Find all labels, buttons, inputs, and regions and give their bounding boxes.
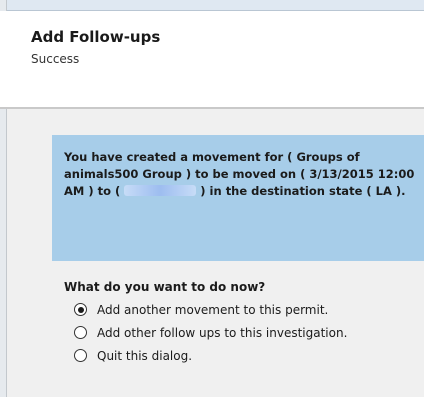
success-message: You have created a movement for ( Groups… <box>64 149 418 200</box>
page-subtitle: Success <box>31 52 80 66</box>
radio-add-movement[interactable] <box>74 303 87 316</box>
window-top-strip <box>0 0 424 11</box>
option-add-movement[interactable]: Add another movement to this permit. <box>74 298 347 321</box>
radio-add-follow-ups[interactable] <box>74 326 87 339</box>
option-add-movement-label: Add another movement to this permit. <box>97 302 329 317</box>
option-quit-dialog[interactable]: Quit this dialog. <box>74 344 347 367</box>
redacted-destination <box>124 185 197 196</box>
next-action-question: What do you want to do now? <box>64 280 266 294</box>
radio-quit-dialog[interactable] <box>74 349 87 362</box>
option-add-follow-ups[interactable]: Add other follow ups to this investigati… <box>74 321 347 344</box>
page-title: Add Follow-ups <box>31 28 161 46</box>
option-quit-dialog-label: Quit this dialog. <box>97 348 193 363</box>
success-message-part2: ) in the destination state ( LA ). <box>200 184 406 198</box>
option-add-follow-ups-label: Add other follow ups to this investigati… <box>97 325 348 340</box>
next-action-options: Add another movement to this permit. Add… <box>74 298 347 367</box>
